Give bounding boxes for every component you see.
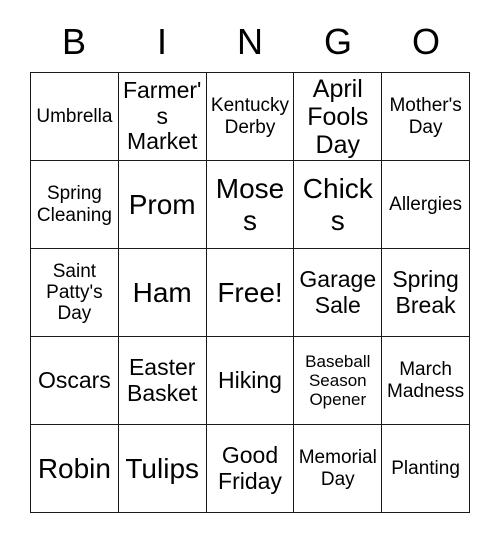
bingo-cell[interactable]: Garage Sale — [294, 249, 383, 337]
bingo-cell-label: Tulips — [125, 452, 200, 484]
bingo-cell-label: Hiking — [218, 366, 282, 393]
bingo-cell[interactable]: Baseball Season Opener — [294, 337, 383, 425]
bingo-cell[interactable]: Mother's Day — [382, 73, 470, 161]
bingo-cell[interactable]: Robin — [31, 425, 119, 513]
bingo-cell[interactable]: Ham — [118, 249, 207, 337]
bingo-cell[interactable]: Memorial Day — [294, 425, 383, 513]
bingo-cell[interactable]: Kentucky Derby — [206, 73, 295, 161]
bingo-cell[interactable]: April Fools Day — [294, 73, 383, 161]
bingo-cell-label: Chicks — [302, 173, 373, 236]
bingo-cell-label: Spring Break — [392, 265, 459, 318]
bingo-cell-label: Saint Patty's Day — [46, 260, 103, 325]
bingo-cell-label: Allergies — [389, 193, 463, 215]
bingo-cell-label: Easter Basket — [127, 353, 198, 406]
bingo-header-letter-o: O — [411, 21, 440, 62]
bingo-header-letter-n: N — [237, 21, 263, 62]
bingo-cell[interactable]: Oscars — [31, 337, 119, 425]
bingo-cell-label: Ham — [132, 276, 192, 308]
bingo-cell[interactable]: Chicks — [294, 161, 383, 249]
bingo-cell-label: Kentucky Derby — [210, 95, 290, 138]
bingo-cell[interactable]: Easter Basket — [118, 337, 207, 425]
bingo-cell[interactable]: Tulips — [118, 425, 207, 513]
bingo-cell[interactable]: Hiking — [206, 337, 295, 425]
bingo-cell-label: Umbrella — [36, 105, 113, 127]
bingo-cell-label: Baseball Season Opener — [305, 351, 371, 410]
bingo-cell[interactable]: Saint Patty's Day — [31, 249, 119, 337]
bingo-cell-label: Moses — [215, 173, 285, 236]
bingo-cell[interactable]: Umbrella — [31, 73, 119, 161]
bingo-cell-label: Oscars — [37, 366, 111, 393]
bingo-grid: Umbrella Farmer's Market Kentucky Derby Apr… — [30, 72, 470, 513]
bingo-cell-label: Free! — [217, 276, 283, 308]
bingo-free-space[interactable]: Free! — [206, 249, 295, 337]
bingo-cell[interactable]: Spring Cleaning — [31, 161, 119, 249]
bingo-cell-label: March Madness — [387, 359, 465, 402]
bingo-cell-label: Good Friday — [218, 441, 282, 494]
bingo-cell[interactable]: March Madness — [382, 337, 470, 425]
bingo-cell[interactable]: Farmer's Market — [118, 73, 207, 161]
bingo-cell-label: Prom — [128, 188, 196, 220]
bingo-card: B I N G O Umbrella Farmer's Market Kentucky De… — [0, 0, 500, 544]
bingo-header: BINGO — [30, 16, 470, 68]
bingo-header-letter-g: G — [323, 21, 352, 62]
bingo-cell-label: April Fools Day — [307, 74, 369, 159]
bingo-cell-label: Spring Cleaning — [36, 183, 112, 226]
bingo-cell-label: Garage Sale — [299, 265, 377, 318]
bingo-header-letter-b: B — [61, 21, 86, 62]
bingo-cell-label: Farmer's Market — [122, 76, 202, 155]
bingo-cell[interactable]: Good Friday — [206, 425, 295, 513]
bingo-cell[interactable]: Allergies — [382, 161, 470, 249]
bingo-header-letter-i: I — [156, 21, 167, 62]
bingo-cell[interactable]: Prom — [118, 161, 207, 249]
bingo-cell[interactable]: Planting — [382, 425, 470, 513]
bingo-cell-label: Planting — [391, 457, 460, 479]
bingo-cell[interactable]: Spring Break — [382, 249, 470, 337]
bingo-cell-label: Robin — [37, 452, 111, 484]
bingo-cell-label: Memorial Day — [298, 447, 377, 490]
bingo-cell[interactable]: Moses — [206, 161, 295, 249]
bingo-cell-label: Mother's Day — [389, 95, 462, 138]
